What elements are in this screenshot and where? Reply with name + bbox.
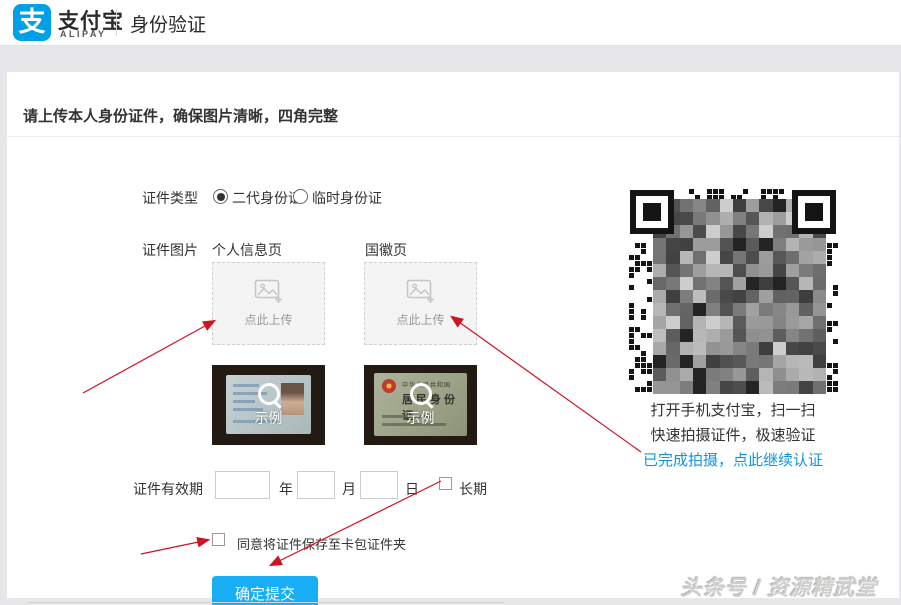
logo-glyph: 支 — [19, 7, 46, 37]
agreement-checkbox[interactable] — [212, 533, 225, 546]
magnifier-icon — [258, 383, 280, 405]
qr-caption: 打开手机支付宝，扫一扫 快速拍摄证件，极速验证 已完成拍摄，点此继续认证 — [617, 398, 849, 473]
magnifier-icon — [410, 383, 432, 405]
brand-name-en: ALIPAY — [60, 29, 107, 39]
validity-label: 证件有效期 — [133, 479, 203, 499]
example-overlay: 示例 — [364, 365, 477, 445]
year-suffix: 年 — [279, 479, 293, 499]
agreement-label[interactable]: 同意将证件保存至卡包证件夹 — [237, 534, 406, 553]
upload-back-box[interactable]: 点此上传 — [364, 262, 477, 345]
month-suffix: 月 — [342, 479, 356, 499]
image-plus-icon — [406, 279, 436, 305]
upload-instruction-title: 请上传本人身份证件，确保图片清晰，四角完整 — [23, 105, 338, 126]
upload-front-box[interactable]: 点此上传 — [212, 262, 325, 345]
radio-temp-id[interactable] — [293, 189, 308, 204]
submit-button[interactable]: 确定提交 — [212, 576, 318, 605]
longterm-checkbox[interactable] — [439, 477, 452, 490]
watermark: 头条号 / 资源精武堂 — [681, 572, 878, 602]
doc-type-label: 证件类型 — [142, 188, 198, 208]
image-plus-icon — [254, 279, 284, 305]
example-overlay: 示例 — [212, 365, 325, 445]
longterm-label[interactable]: 长期 — [459, 479, 487, 499]
app-header: 支 支付宝 ALIPAY 身份验证 — [0, 0, 901, 46]
validity-year-input[interactable] — [215, 471, 270, 499]
upload-front-text: 点此上传 — [244, 311, 292, 328]
radio-second-gen-id[interactable] — [213, 189, 228, 204]
day-suffix: 日 — [405, 479, 419, 499]
qr-caption-line1: 打开手机支付宝，扫一扫 — [617, 398, 849, 423]
qr-code — [627, 187, 839, 394]
validity-day-input[interactable] — [360, 471, 398, 499]
qr-caption-line2: 快速拍摄证件，极速验证 — [617, 423, 849, 448]
example-front-card[interactable]: 示例 — [212, 365, 325, 445]
page: 支 支付宝 ALIPAY 身份验证 请上传本人身份证件，确保图片清晰，四角完整 … — [0, 0, 901, 605]
validity-month-input[interactable] — [297, 471, 335, 499]
section-divider — [27, 602, 505, 603]
radio-second-gen-id-label[interactable]: 二代身份证 — [232, 188, 302, 208]
header-divider — [116, 9, 117, 36]
radio-temp-id-label[interactable]: 临时身份证 — [312, 188, 382, 208]
front-page-label: 个人信息页 — [212, 240, 282, 260]
example-back-card[interactable]: 中华人民共和国 居民身份证 示例 — [364, 365, 477, 445]
continue-verification-link[interactable]: 已完成拍摄，点此继续认证 — [617, 448, 849, 473]
upload-back-text: 点此上传 — [396, 311, 444, 328]
page-title: 身份验证 — [130, 10, 206, 37]
example-text: 示例 — [255, 408, 283, 428]
title-divider — [7, 136, 899, 137]
doc-image-label: 证件图片 — [142, 240, 198, 260]
alipay-logo-icon: 支 — [13, 4, 51, 41]
example-text: 示例 — [407, 408, 435, 428]
back-page-label: 国徽页 — [365, 240, 407, 260]
